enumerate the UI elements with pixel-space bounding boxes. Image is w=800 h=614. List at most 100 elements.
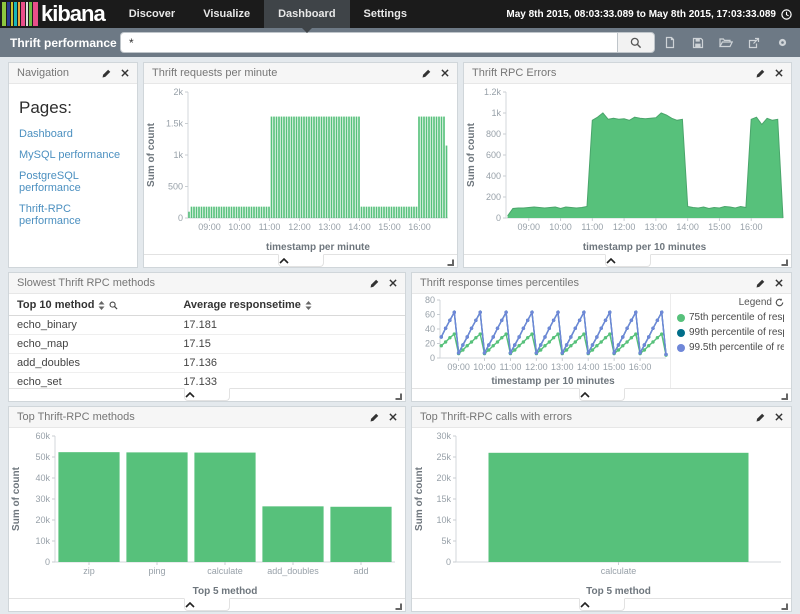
- main-nav: DiscoverVisualizeDashboardSettings: [115, 0, 421, 28]
- nav-item-discover[interactable]: Discover: [115, 0, 189, 28]
- svg-text:10k: 10k: [35, 536, 50, 546]
- time-range-picker[interactable]: May 8th 2015, 08:03:33.089 to May 8th 20…: [506, 9, 800, 20]
- svg-text:1k: 1k: [173, 150, 183, 160]
- svg-text:10:00: 10:00: [549, 222, 572, 232]
- nav-item-dashboard[interactable]: Dashboard: [264, 0, 349, 28]
- pages-heading: Pages:: [19, 98, 127, 118]
- clock-icon: [781, 9, 792, 20]
- filter-search-icon[interactable]: [109, 301, 118, 310]
- panel-top-thrift-rpc-methods: Top Thrift-RPC methods 010k20k30k40k50k6…: [8, 406, 406, 612]
- collapse-panel-button[interactable]: [184, 598, 230, 611]
- collapse-panel-button[interactable]: [579, 598, 625, 611]
- nav-item-settings[interactable]: Settings: [350, 0, 421, 28]
- collapse-panel-button[interactable]: [278, 254, 324, 267]
- legend-header[interactable]: Legend: [677, 297, 784, 308]
- page-link-postgresql-performance[interactable]: PostgreSQL performance: [19, 170, 127, 194]
- dashboard-title: Thrift performance: [0, 36, 127, 50]
- page-link-mysql-performance[interactable]: MySQL performance: [19, 149, 127, 161]
- page-link-thrift-rpc-performance[interactable]: Thrift-RPC performance: [19, 203, 127, 227]
- sort-icon: [98, 301, 105, 310]
- edit-panel-icon[interactable]: [422, 69, 431, 78]
- svg-text:11:00: 11:00: [259, 222, 281, 232]
- edit-panel-icon[interactable]: [370, 279, 379, 288]
- new-dashboard-button[interactable]: [658, 32, 682, 54]
- svg-text:Top 5 method: Top 5 method: [586, 586, 651, 597]
- svg-text:Sum of count: Sum of count: [146, 122, 157, 187]
- resize-handle[interactable]: [446, 258, 454, 266]
- svg-text:12:00: 12:00: [613, 222, 636, 232]
- kibana-logo[interactable]: kibana: [0, 0, 105, 28]
- remove-panel-icon[interactable]: [389, 413, 397, 421]
- svg-text:1k: 1k: [491, 108, 501, 118]
- remove-panel-icon[interactable]: [775, 413, 783, 421]
- resize-handle[interactable]: [780, 392, 788, 400]
- remove-panel-icon[interactable]: [775, 69, 783, 77]
- svg-text:800: 800: [486, 129, 501, 139]
- svg-text:16:00: 16:00: [629, 362, 652, 372]
- collapse-panel-button[interactable]: [605, 254, 651, 267]
- collapse-panel-button[interactable]: [579, 388, 625, 401]
- column-header-responsetime[interactable]: Average responsetime: [175, 294, 405, 316]
- svg-text:calculate: calculate: [601, 566, 637, 576]
- svg-text:2k: 2k: [173, 87, 183, 97]
- svg-text:11:00: 11:00: [500, 362, 522, 372]
- navigation-links: Dashboard MySQL performance PostgreSQL per…: [19, 128, 127, 227]
- new-dashboard-icon: [664, 36, 676, 49]
- search-button[interactable]: [617, 32, 655, 53]
- panel-title: Thrift requests per minute: [152, 67, 277, 79]
- svg-text:Top 5 method: Top 5 method: [193, 586, 258, 597]
- options-button[interactable]: [770, 32, 794, 54]
- resize-handle[interactable]: [394, 392, 402, 400]
- svg-text:09:00: 09:00: [518, 222, 541, 232]
- svg-text:0: 0: [496, 213, 501, 223]
- legend-item[interactable]: 99.5th percentile of re...: [677, 342, 784, 353]
- page-link-dashboard[interactable]: Dashboard: [19, 128, 127, 140]
- share-dashboard-icon: [748, 37, 760, 49]
- nav-item-visualize[interactable]: Visualize: [189, 0, 264, 28]
- resize-handle[interactable]: [780, 602, 788, 610]
- resize-handle[interactable]: [780, 258, 788, 266]
- svg-text:13:00: 13:00: [645, 222, 668, 232]
- svg-text:timestamp per 10 minutes: timestamp per 10 minutes: [491, 376, 615, 387]
- share-dashboard-button[interactable]: [742, 32, 766, 54]
- remove-panel-icon[interactable]: [121, 69, 129, 77]
- chart-legend: Legend 75th percentile of resp... 99th pe…: [670, 294, 790, 388]
- svg-text:09:00: 09:00: [198, 222, 221, 232]
- legend-item[interactable]: 99th percentile of resp...: [677, 327, 784, 338]
- svg-text:30k: 30k: [35, 494, 50, 504]
- svg-text:0: 0: [430, 353, 435, 363]
- top-nav-bar: kibana DiscoverVisualizeDashboardSetting…: [0, 0, 800, 28]
- edit-panel-icon[interactable]: [102, 69, 111, 78]
- query-input[interactable]: [120, 32, 617, 53]
- dashboard-query-bar: Thrift performance: [0, 28, 800, 57]
- edit-panel-icon[interactable]: [756, 413, 765, 422]
- column-header-method[interactable]: Top 10 method: [9, 294, 175, 316]
- load-dashboard-button[interactable]: [714, 32, 738, 54]
- remove-panel-icon[interactable]: [389, 279, 397, 287]
- svg-text:40k: 40k: [35, 473, 50, 483]
- remove-panel-icon[interactable]: [441, 69, 449, 77]
- options-icon: [777, 37, 788, 48]
- table-row: echo_binary17.181: [9, 316, 405, 335]
- svg-text:20: 20: [425, 339, 435, 349]
- panel-top-thrift-rpc-calls-with-errors: Top Thrift-RPC calls with errors 05k10k1…: [411, 406, 792, 612]
- panel-title: Navigation: [17, 67, 69, 79]
- svg-text:timestamp per minute: timestamp per minute: [266, 242, 370, 253]
- edit-panel-icon[interactable]: [756, 279, 765, 288]
- edit-panel-icon[interactable]: [370, 413, 379, 422]
- svg-text:400: 400: [486, 171, 501, 181]
- panel-title: Top Thrift-RPC methods: [17, 411, 135, 423]
- edit-panel-icon[interactable]: [756, 69, 765, 78]
- remove-panel-icon[interactable]: [775, 279, 783, 287]
- collapse-panel-button[interactable]: [184, 388, 230, 401]
- legend-dot-icon: [677, 314, 685, 322]
- resize-handle[interactable]: [394, 602, 402, 610]
- svg-text:1.5k: 1.5k: [166, 119, 184, 129]
- save-dashboard-button[interactable]: [686, 32, 710, 54]
- svg-text:Sum of count: Sum of count: [466, 122, 477, 187]
- svg-text:14:00: 14:00: [676, 222, 699, 232]
- svg-text:0: 0: [45, 557, 50, 567]
- legend-item[interactable]: 75th percentile of resp...: [677, 312, 784, 323]
- panel-title: Slowest Thrift RPC methods: [17, 277, 155, 289]
- legend-dot-icon: [677, 344, 685, 352]
